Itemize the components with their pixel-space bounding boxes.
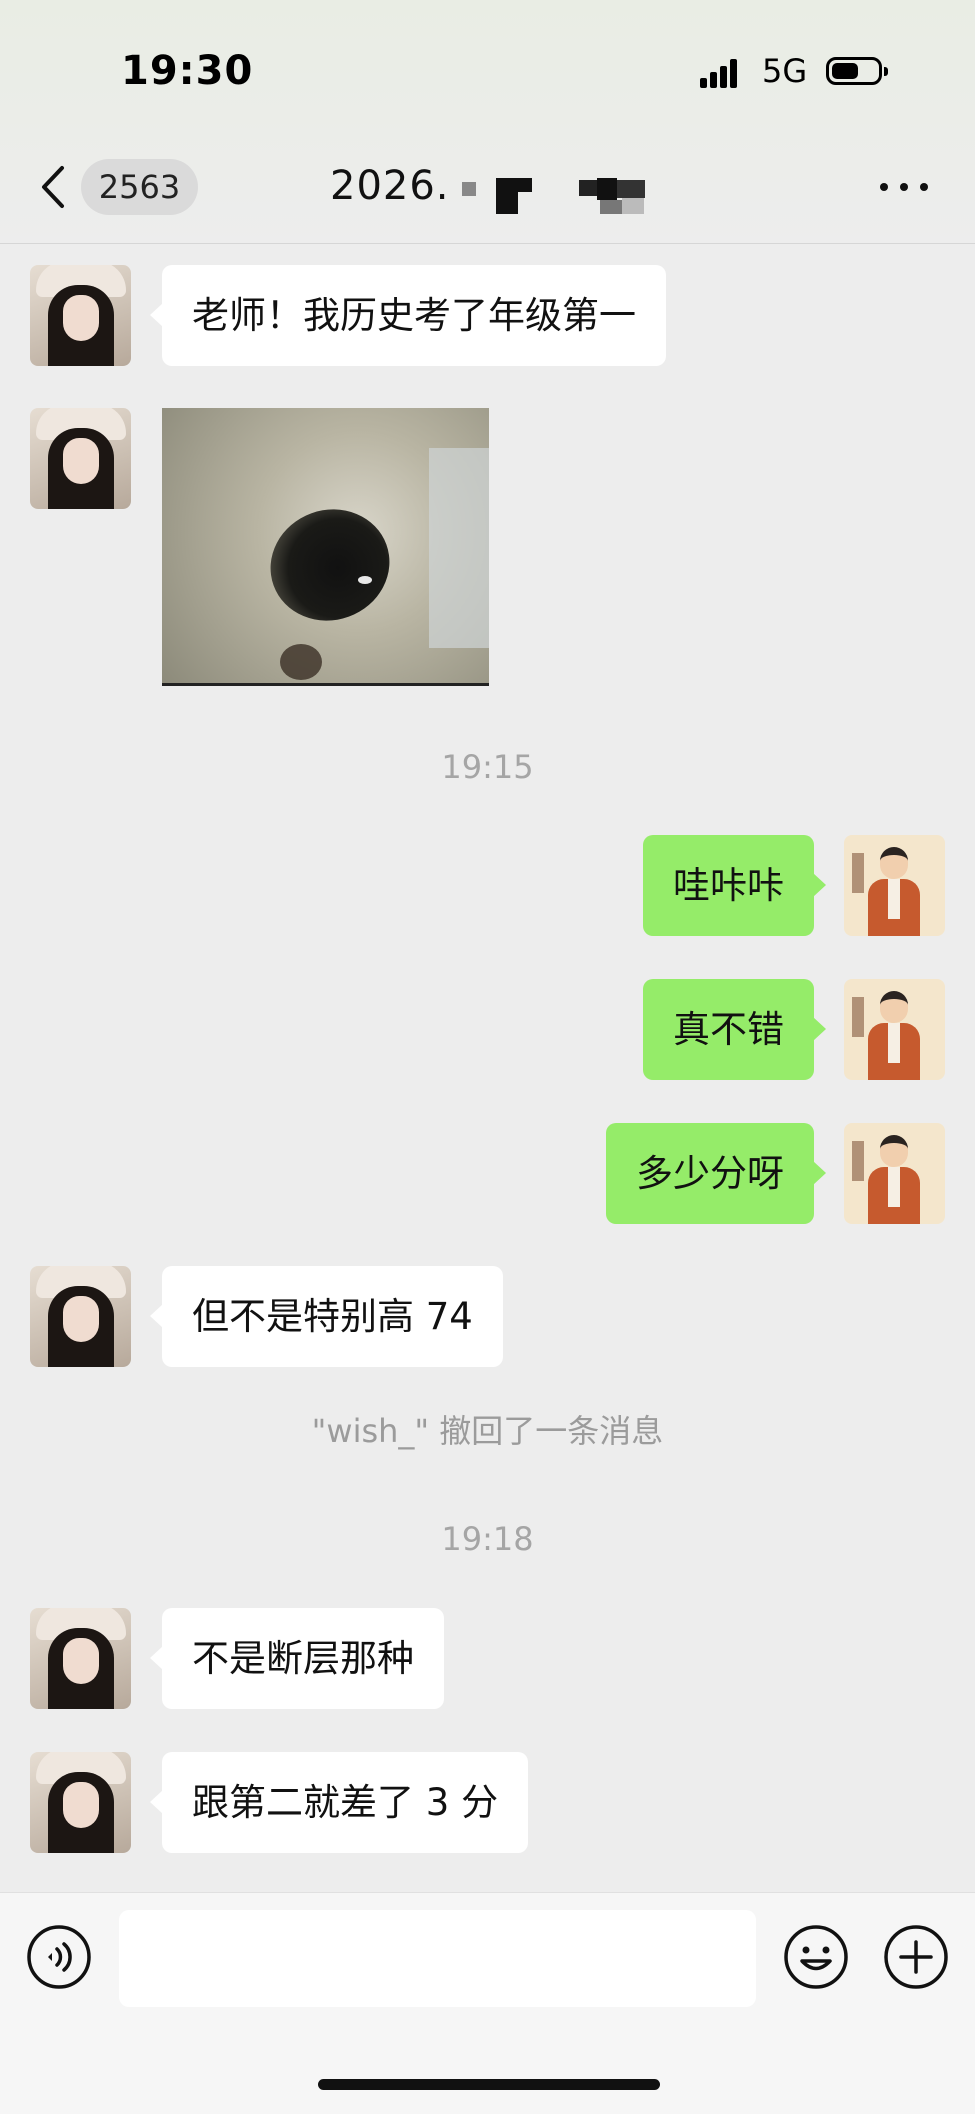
timestamp: 19:18	[441, 1520, 534, 1558]
avatar[interactable]	[30, 1266, 131, 1367]
message-bubble[interactable]: 真不错	[643, 979, 826, 1080]
plus-icon[interactable]	[883, 1924, 949, 1990]
avatar[interactable]	[30, 1608, 131, 1709]
avatar[interactable]	[30, 1752, 131, 1853]
timestamp: 19:15	[441, 748, 534, 786]
message-input[interactable]	[119, 1910, 756, 2007]
message-bubble[interactable]: 多少分呀	[606, 1123, 826, 1224]
image-message[interactable]	[162, 408, 489, 686]
status-time: 19:30	[121, 48, 254, 94]
emoji-icon[interactable]	[783, 1924, 849, 1990]
battery-icon	[826, 57, 888, 85]
recall-notice: "wish_" 撤回了一条消息	[311, 1412, 664, 1450]
voice-icon[interactable]	[26, 1924, 92, 1990]
message-bubble[interactable]: 但不是特别高 74	[150, 1266, 503, 1367]
message-bubble[interactable]: 老师！我历史考了年级第一	[150, 265, 666, 366]
avatar[interactable]	[844, 835, 945, 936]
avatar[interactable]	[30, 408, 131, 509]
message-bubble[interactable]: 跟第二就差了 3 分	[149, 1752, 529, 1853]
avatar[interactable]	[30, 265, 131, 366]
message-bubble[interactable]: 不是断层那种	[150, 1608, 444, 1709]
unread-count-badge[interactable]: 2563	[81, 159, 198, 215]
avatar[interactable]	[844, 1123, 945, 1224]
chat-title: 2026.	[330, 163, 450, 209]
more-options-icon[interactable]	[880, 176, 930, 198]
header-divider	[0, 243, 975, 244]
network-type: 5G	[762, 52, 808, 90]
message-bubble[interactable]: 哇咔咔	[643, 835, 826, 936]
avatar[interactable]	[844, 979, 945, 1080]
signal-icon	[700, 58, 740, 88]
home-indicator	[318, 2079, 660, 2090]
back-chevron-icon[interactable]	[36, 164, 72, 210]
